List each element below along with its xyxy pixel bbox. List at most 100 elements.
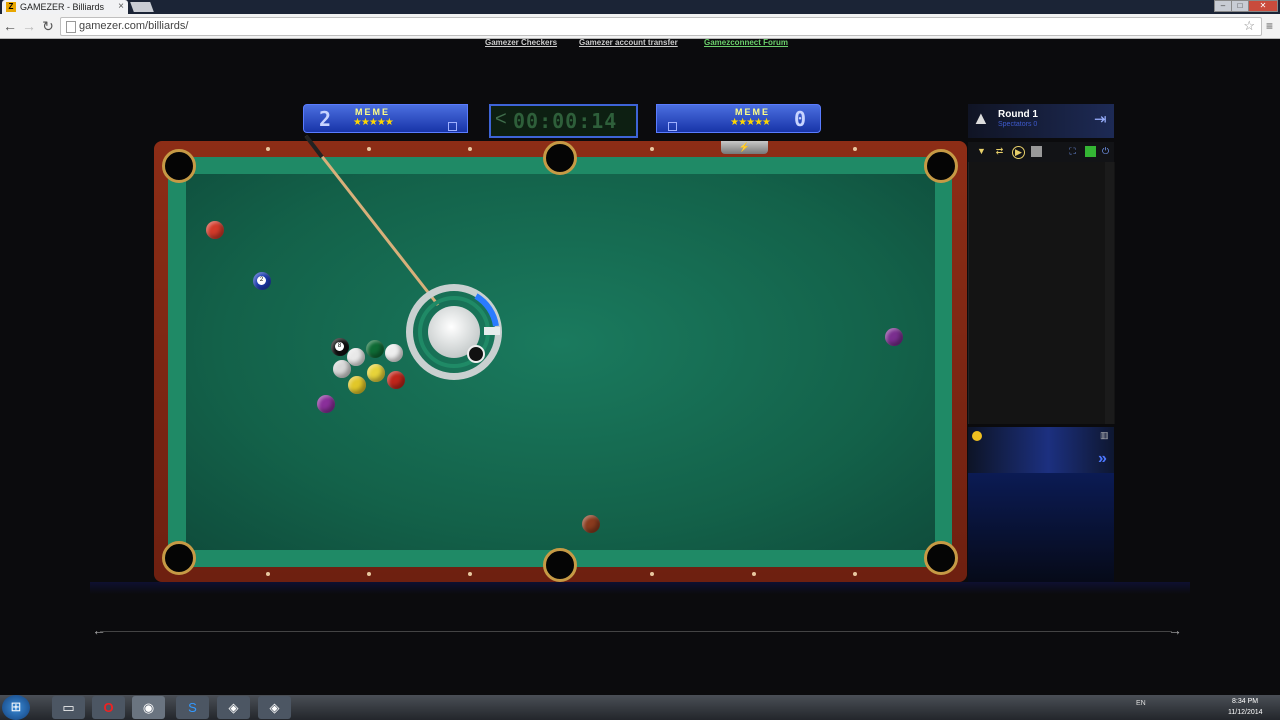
link-account-transfer[interactable]: Gamezer account transfer	[579, 38, 678, 47]
ball-red-solid	[206, 221, 224, 239]
ball-number: 8	[335, 342, 344, 351]
player2-panel: MEME ★★★★★ 0	[656, 104, 821, 133]
chat-toolbar: ▼ ⇄ ▶ ⛶ ⏻	[968, 142, 1114, 162]
scoreboard: 2 MEME ★★★★★ < 00:00:14 MEME ★★★★★ 0	[303, 104, 821, 138]
ball-black-8: 8	[331, 338, 349, 356]
opera-icon[interactable]: O	[92, 696, 125, 719]
tab-title: GAMEZER - Billiards	[20, 2, 105, 12]
swap-icon[interactable]: ⇄	[994, 146, 1005, 157]
exit-icon[interactable]: ⇥	[1094, 110, 1107, 128]
tab-close-icon[interactable]: ×	[118, 1, 124, 12]
ball-green	[366, 340, 384, 358]
player1-name: MEME	[355, 107, 390, 117]
link-gamezer-checkers[interactable]: Gamezer Checkers	[485, 38, 557, 47]
rack-triangle-icon: ▲	[972, 108, 990, 128]
filter-icon[interactable]: ▼	[976, 146, 987, 157]
pocket-bottom-middle	[543, 548, 577, 582]
maximize-button[interactable]: □	[1231, 0, 1249, 12]
rack-lightning-icon[interactable]: ⚡	[721, 141, 768, 154]
chat-log	[968, 162, 1115, 424]
round-title: Round 1	[998, 109, 1038, 120]
footer-band	[90, 582, 1190, 594]
power-icon[interactable]: ⏻	[1100, 146, 1111, 157]
rail-diamond	[367, 572, 371, 576]
ball-stripe-gray	[333, 360, 351, 378]
start-button[interactable]: ⊞	[2, 695, 30, 720]
app-icon[interactable]: ◈	[217, 696, 250, 719]
ball-purple	[317, 395, 335, 413]
clock-time[interactable]: 8:34 PM	[1232, 698, 1258, 705]
back-arrow-icon[interactable]: ←	[2, 18, 18, 34]
menu-icon[interactable]: ≡	[1266, 19, 1276, 33]
skype-icon[interactable]: S	[176, 696, 209, 719]
rail-diamond	[752, 572, 756, 576]
table-felt[interactable]	[186, 174, 935, 550]
link-gamezconnect-forum[interactable]: Gamezconnect Forum	[704, 38, 788, 47]
turn-timer: < 00:00:14	[489, 104, 638, 138]
file-explorer-icon[interactable]: ▭	[52, 696, 85, 719]
player2-rating: ★★★★★	[730, 117, 771, 128]
spectators-count: Spectators 0	[998, 121, 1038, 128]
pocket-top-right	[924, 149, 958, 183]
language-indicator[interactable]: EN	[1136, 700, 1146, 707]
spin-marker[interactable]	[467, 345, 485, 363]
player1-info-icon[interactable]	[448, 122, 457, 131]
ball-white-2	[385, 344, 403, 362]
rail-diamond	[468, 572, 472, 576]
gamezer-favicon-icon: Z	[6, 2, 16, 12]
player1-rating: ★★★★★	[353, 117, 394, 128]
page-icon	[66, 21, 76, 33]
turn-arrow-icon: <	[495, 108, 507, 130]
pool-table	[154, 141, 967, 582]
fullscreen-icon[interactable]: ⛶	[1067, 146, 1078, 157]
scroll-left-arrow-icon[interactable]: ←	[92, 622, 106, 638]
player2-info-icon[interactable]	[668, 122, 677, 131]
address-url[interactable]: gamezer.com/billiards/	[79, 20, 188, 32]
smiley-icon[interactable]	[972, 431, 982, 441]
chat-input-area[interactable]	[968, 427, 1114, 473]
rail-diamond	[650, 572, 654, 576]
scroll-right-arrow-icon[interactable]: →	[1168, 622, 1182, 638]
pocket-bottom-left	[162, 541, 196, 575]
rail-diamond	[266, 147, 270, 151]
reload-icon[interactable]: ↻	[40, 18, 56, 34]
green-toggle-icon[interactable]	[1085, 146, 1096, 157]
ball-yellow-stripe	[367, 364, 385, 382]
address-bar[interactable]: gamezer.com/billiards/ ☆	[60, 17, 1262, 36]
rail-diamond	[650, 147, 654, 151]
pocket-bottom-right	[924, 541, 958, 575]
window-close-button[interactable]: ✕	[1248, 0, 1278, 12]
ball-number: 2	[257, 276, 266, 285]
chrome-icon[interactable]: ◉	[132, 696, 165, 719]
taskbar: ⊞ ▭ O ◉ S ◈ ◈	[0, 695, 1280, 720]
browser-toolbar: ← → ↻ gamezer.com/billiards/ ☆ ≡	[0, 14, 1280, 39]
minimize-button[interactable]: –	[1214, 0, 1232, 12]
rail-diamond	[266, 572, 270, 576]
ball-brown	[582, 515, 600, 533]
pocket-top-middle	[543, 141, 577, 175]
forward-arrow-icon[interactable]: →	[21, 18, 37, 34]
trash-icon[interactable]: ▥	[1100, 430, 1109, 441]
ball-blue-2: 2	[253, 272, 271, 290]
rail-diamond	[853, 147, 857, 151]
ball-red-2	[387, 371, 405, 389]
player1-score: 2	[318, 107, 332, 131]
player2-score: 0	[793, 107, 807, 131]
app-icon-2[interactable]: ◈	[258, 696, 291, 719]
send-icon[interactable]: »	[1098, 450, 1107, 468]
note-icon[interactable]	[1031, 146, 1042, 157]
panel-background-glow	[968, 473, 1114, 583]
ball-purple-stripe	[885, 328, 903, 346]
rail-diamond	[367, 147, 371, 151]
play-icon[interactable]: ▶	[1012, 146, 1025, 159]
new-tab-button[interactable]	[130, 2, 154, 12]
ball-white-stripe	[347, 348, 365, 366]
rail-diamond	[853, 572, 857, 576]
bookmark-star-icon[interactable]: ☆	[1243, 18, 1255, 34]
ball-yellow	[348, 376, 366, 394]
browser-tab[interactable]: Z GAMEZER - Billiards ×	[2, 0, 128, 14]
chat-scrollbar[interactable]	[1105, 162, 1114, 424]
player1-panel: 2 MEME ★★★★★	[303, 104, 468, 133]
pocket-top-left	[162, 149, 196, 183]
clock-date[interactable]: 11/12/2014	[1228, 709, 1263, 716]
